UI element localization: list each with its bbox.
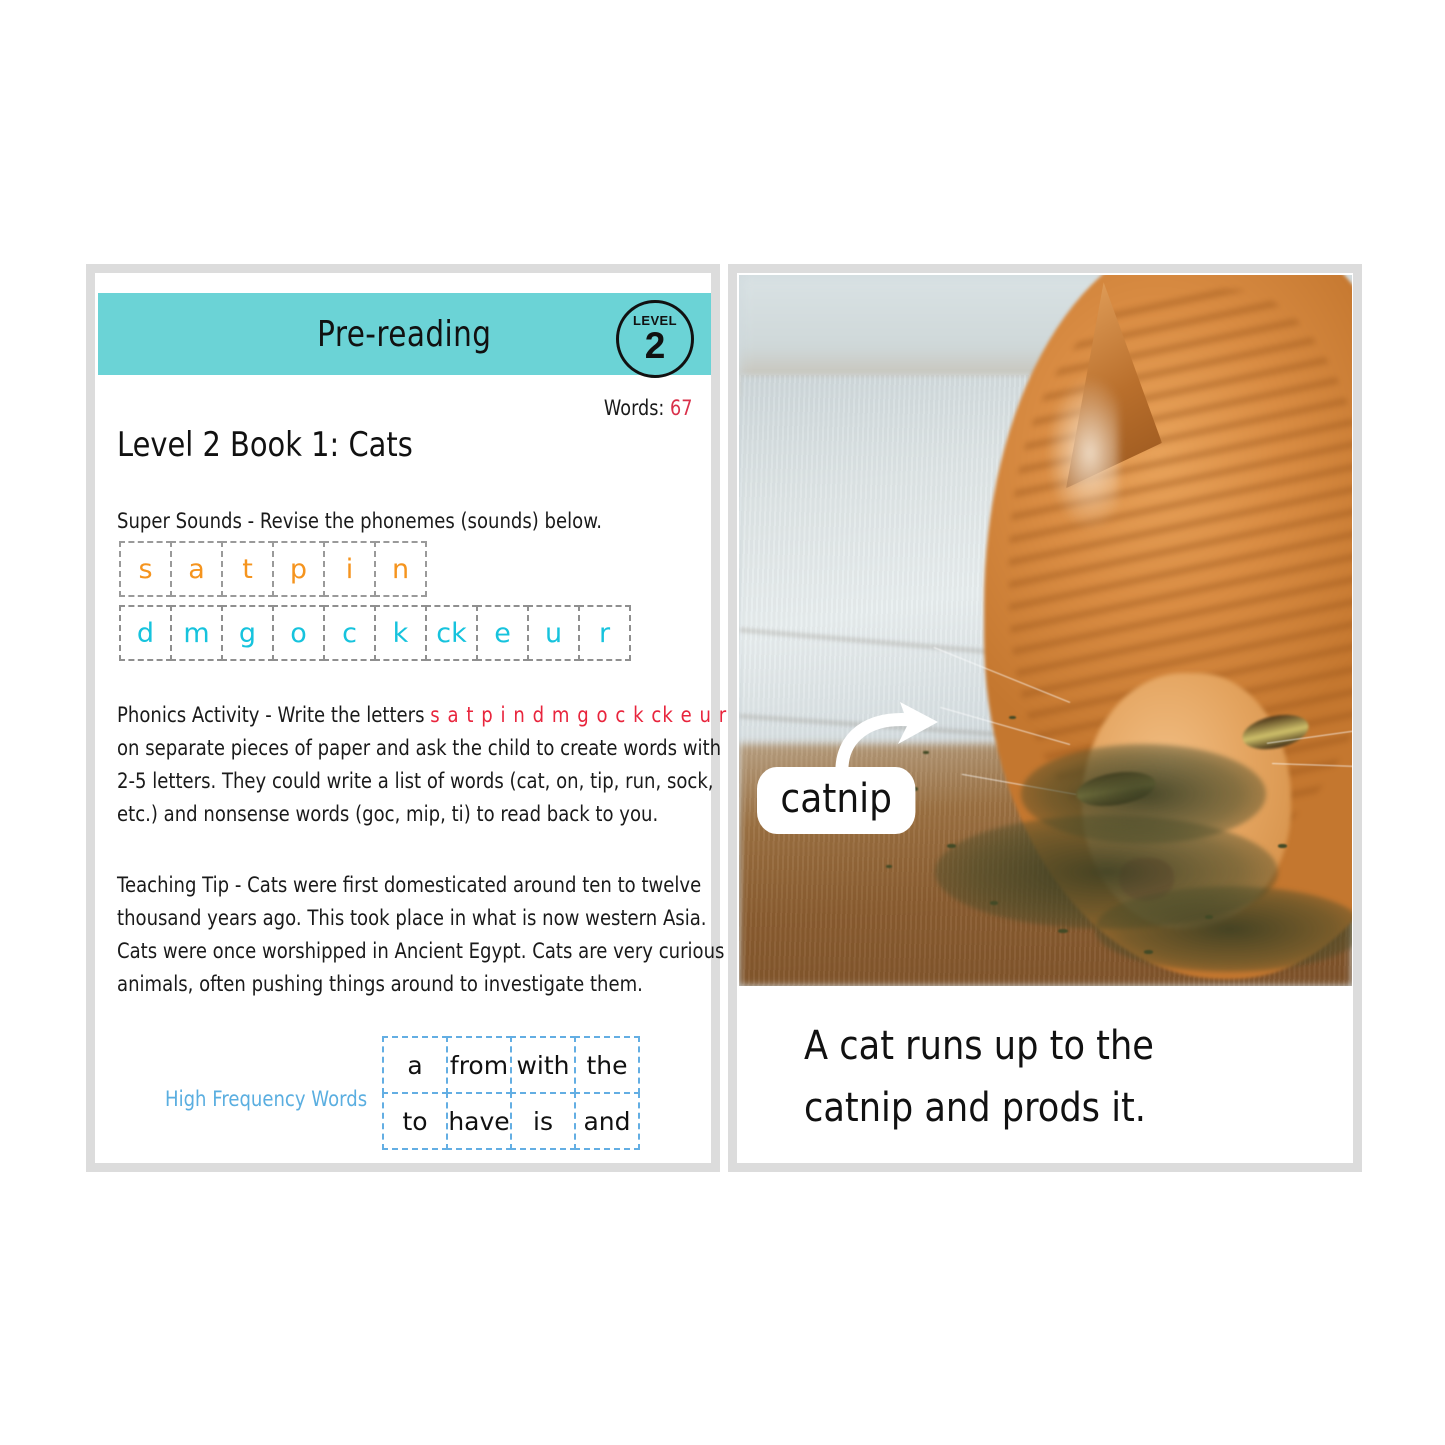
level-badge-number: 2 [644,325,666,367]
catnip-fleck [1204,914,1213,919]
phoneme-cell: i [323,541,376,597]
phonics-activity-line3: 2-5 letters. They could write a list of … [117,769,714,793]
book-caption: A cat runs up to the catnip and prods it… [804,1023,1154,1131]
hfw-cell: is [510,1092,576,1150]
phoneme-cell: u [527,605,580,661]
teaching-tip-line3: Cats were once worshipped in Ancient Egy… [117,939,725,963]
table-row: a from with the [382,1036,640,1094]
phoneme-cell: g [221,605,274,661]
hfw-cell: from [446,1036,512,1094]
word-count-label: Words: [603,396,664,420]
hfw-cell: have [446,1092,512,1150]
phoneme-cell: d [119,605,172,661]
catnip-fleck [886,865,893,869]
phoneme-cell: e [476,605,529,661]
phonics-activity-lead: Phonics Activity - Write the letters [117,703,425,727]
hfw-cell: with [510,1036,576,1094]
catnip-fleck [1278,843,1288,848]
phoneme-cell: r [578,605,631,661]
super-sounds-label: Super Sounds - Revise the phonemes (soun… [117,509,603,533]
table-row: to have is and [382,1092,640,1150]
word-count: Words: 67 [603,396,692,420]
catnip-fleck [947,843,957,848]
phoneme-cell: c [323,605,376,661]
teaching-tip-block: Teaching Tip - Cats were first domestica… [117,875,823,995]
catnip-callout-label: catnip [757,767,916,834]
catnip-fleck [1008,715,1016,719]
phoneme-row-set2: d m g o c k ck e u r [119,605,631,661]
phoneme-cell: m [170,605,223,661]
phoneme-cell: p [272,541,325,597]
phonics-activity-line4: etc.) and nonsense words (goc, mip, ti) … [117,802,659,826]
high-frequency-words-label: High Frequency Words [165,1087,368,1111]
teacher-notes-panel: Pre-reading LEVEL 2 Words: 67 Level 2 Bo… [86,264,726,1172]
book-page-panel: catnip A cat runs up to the catnip and p… [728,264,1362,1172]
phoneme-cell: t [221,541,274,597]
teaching-tip-line1: Teaching Tip - Cats were first domestica… [117,873,702,897]
phoneme-cell: k [374,605,427,661]
book-title: Level 2 Book 1: Cats [117,425,413,465]
page-title: Pre-reading [317,313,492,355]
level-badge: LEVEL 2 [616,300,694,378]
phoneme-cell: o [272,605,325,661]
phoneme-cell: n [374,541,427,597]
phonics-activity-line1: Phonics Activity - Write the letters s a… [117,705,727,726]
catnip-fleck [1057,929,1068,934]
catnip-fleck [990,900,999,905]
word-count-value: 67 [669,396,692,420]
phoneme-cell: s [119,541,172,597]
phoneme-cell: ck [425,605,478,661]
catnip-pile [1020,744,1267,844]
teaching-tip-line2: thousand years ago. This took place in w… [117,906,707,930]
hfw-cell: the [574,1036,640,1094]
hfw-cell: a [382,1036,448,1094]
hfw-cell: to [382,1092,448,1150]
phoneme-row-set1: s a t p i n [119,541,427,597]
cat-ear-fur [1045,374,1120,531]
cat-photo: catnip [739,275,1352,986]
hfw-cell: and [574,1092,640,1150]
phonics-activity-letters: s a t p i n d m g o c k ck e u r [430,703,728,727]
catnip-pile [1094,886,1352,972]
worksheet-page: Pre-reading LEVEL 2 Words: 67 Level 2 Bo… [0,0,1445,1445]
phonics-activity-block: Phonics Activity - Write the letters s a… [117,705,827,825]
phonics-activity-line2: on separate pieces of paper and ask the … [117,736,722,760]
teaching-tip-line4: animals, often pushing things around to … [117,972,643,996]
phoneme-cell: a [170,541,223,597]
high-frequency-words-table: a from with the to have is and [382,1036,640,1150]
